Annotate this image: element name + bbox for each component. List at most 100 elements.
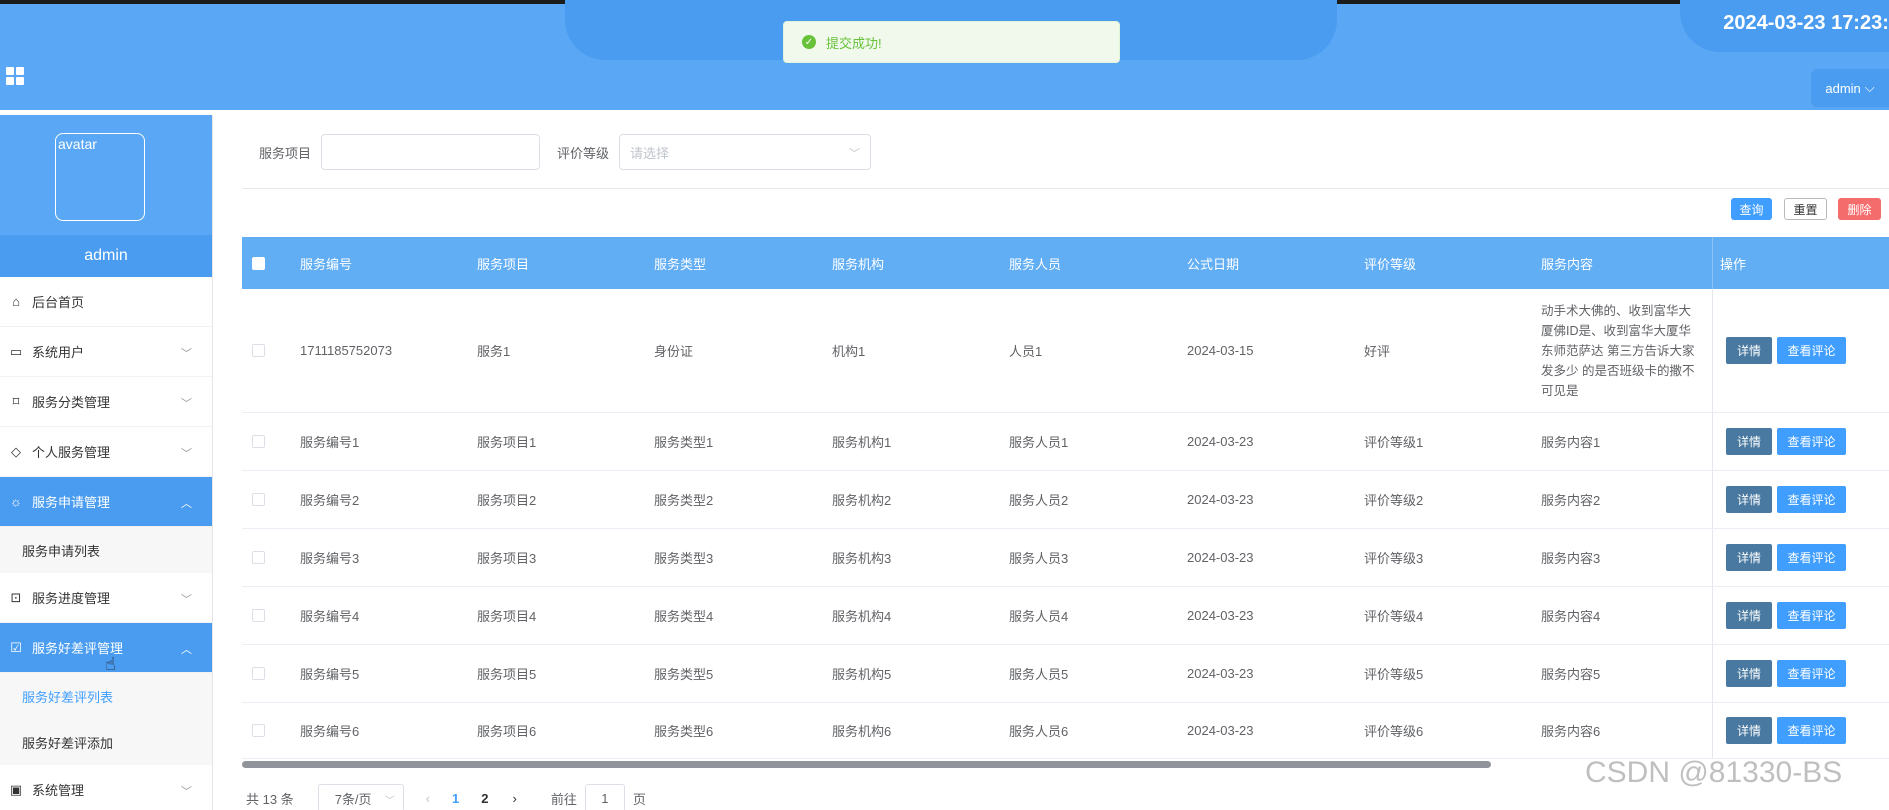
header-cell: 公式日期 <box>1187 256 1240 272</box>
column-divider <box>1712 237 1713 289</box>
sidebar-item-service-progress[interactable]: ⊡ 服务进度管理 ﹀ <box>0 573 212 623</box>
pagination: 共 13 条 7条/页 ﹀ ‹ 1 2 › 前往 1 页 <box>246 784 646 810</box>
cell-rating: 评价等级5 <box>1364 667 1424 682</box>
cell-service-item: 服务项目2 <box>477 493 537 508</box>
avatar: avatar <box>55 133 145 221</box>
cell-service-org: 服务机构2 <box>832 493 892 508</box>
page-size-select[interactable]: 7条/页 ﹀ <box>317 784 404 810</box>
view-review-button[interactable]: 查看评论 <box>1777 602 1846 629</box>
row-checkbox[interactable] <box>252 471 265 528</box>
rating-select[interactable]: 请选择 ﹀ <box>619 134 872 170</box>
checkbox[interactable] <box>252 344 265 357</box>
tag-icon: ◇ <box>11 443 21 459</box>
cell-content: 服务内容3 <box>1541 551 1601 566</box>
sidebar-item-label: 个人服务管理 <box>32 445 111 460</box>
row-checkbox[interactable] <box>252 587 265 644</box>
sidebar-item-personal-service[interactable]: ◇ 个人服务管理 ﹀ <box>0 427 212 477</box>
sidebar-sub-apply-list[interactable]: 服务申请列表 <box>0 527 212 573</box>
cell-service-staff: 服务人员3 <box>1009 551 1069 566</box>
detail-button[interactable]: 详情 <box>1726 544 1772 571</box>
cell-date: 2024-03-23 <box>1187 434 1254 449</box>
rating-label: 评价等级 <box>557 145 610 161</box>
user-dropdown[interactable]: admin ⌵ <box>1811 69 1889 107</box>
cell-service-org: 服务机构3 <box>832 551 892 566</box>
bookmark-icon: ⌑ <box>12 393 20 409</box>
sidebar-item-service-apply[interactable]: ☼ 服务申请管理 ︿ <box>0 477 212 527</box>
cell-service-staff: 服务人员4 <box>1009 609 1069 624</box>
checkbox[interactable] <box>252 435 265 448</box>
chevron-down-icon: ﹀ <box>181 786 192 798</box>
page-number[interactable]: 2 <box>481 791 488 806</box>
search-button[interactable]: 查询 <box>1731 198 1772 220</box>
view-review-button[interactable]: 查看评论 <box>1777 486 1846 513</box>
header-cell: 服务人员 <box>1009 256 1062 272</box>
detail-button[interactable]: 详情 <box>1726 428 1772 455</box>
chevron-down-icon: ﹀ <box>181 448 192 460</box>
cell-rating: 评价等级6 <box>1364 724 1424 739</box>
cell-service-type: 服务类型5 <box>654 667 714 682</box>
view-review-button[interactable]: 查看评论 <box>1777 660 1846 687</box>
checkbox[interactable] <box>252 493 265 506</box>
view-review-button[interactable]: 查看评论 <box>1777 337 1846 364</box>
row-checkbox[interactable] <box>252 645 265 702</box>
service-item-input[interactable] <box>321 134 541 170</box>
sidebar-sub-review-list[interactable]: 服务好差评列表 <box>0 673 212 719</box>
sidebar-item-system-manage[interactable]: ▣ 系统管理 ﹀ <box>0 765 212 810</box>
cell-service-item: 服务1 <box>477 344 511 359</box>
menu-grid-icon[interactable] <box>6 67 26 87</box>
row-checkbox[interactable] <box>252 529 265 586</box>
header-cell: 服务编号 <box>300 256 353 272</box>
detail-button[interactable]: 详情 <box>1726 602 1772 629</box>
view-review-button[interactable]: 查看评论 <box>1777 717 1846 744</box>
prev-page-icon[interactable]: ‹ <box>426 791 430 806</box>
page-number[interactable]: 1 <box>452 791 459 806</box>
page-size-value: 7条/页 <box>334 791 372 807</box>
delete-button[interactable]: 删除 <box>1838 198 1881 220</box>
sidebar-sub-review-add[interactable]: 服务好差评添加 <box>0 719 212 765</box>
next-page-icon[interactable]: › <box>513 791 517 806</box>
cell-content: 服务内容1 <box>1541 435 1601 450</box>
detail-button[interactable]: 详情 <box>1726 486 1772 513</box>
sidebar: avatar admin ⌂ 后台首页 ▭ 系统用户 ﹀ ⌑ 服务分类管理 ﹀ … <box>0 115 213 810</box>
review-table: 服务编号 服务项目 服务类型 服务机构 服务人员 公式日期 评价等级 服务内容 … <box>242 237 1889 759</box>
table-row: 1711185752073 服务1 身份证 机构1 人员1 2024-03-15… <box>242 289 1889 413</box>
horizontal-scrollbar[interactable] <box>242 761 1491 768</box>
total-count: 共 13 条 <box>246 791 294 807</box>
sidebar-item-label: 系统用户 <box>32 345 85 360</box>
goto-page-input[interactable]: 1 <box>584 784 625 810</box>
cell-rating: 评价等级3 <box>1364 551 1424 566</box>
row-checkbox[interactable] <box>252 703 265 758</box>
table-row: 服务编号5 服务项目5 服务类型5 服务机构5 服务人员5 2024-03-23… <box>242 645 1889 703</box>
table-row: 服务编号6 服务项目6 服务类型6 服务机构6 服务人员6 2024-03-23… <box>242 703 1889 759</box>
cell-service-org: 服务机构1 <box>832 435 892 450</box>
sidebar-item-system-users[interactable]: ▭ 系统用户 ﹀ <box>0 327 212 377</box>
row-actions: 详情 查看评论 <box>1712 645 1889 702</box>
cell-service-type: 身份证 <box>654 344 694 359</box>
checkbox[interactable] <box>252 667 265 680</box>
sidebar-item-service-category[interactable]: ⌑ 服务分类管理 ﹀ <box>0 377 212 427</box>
checkbox[interactable] <box>252 609 265 622</box>
detail-button[interactable]: 详情 <box>1726 717 1772 744</box>
reset-button[interactable]: 重置 <box>1784 198 1827 220</box>
service-item-label: 服务项目 <box>259 145 312 161</box>
cell-date: 2024-03-23 <box>1187 666 1254 681</box>
cell-date: 2024-03-23 <box>1187 723 1254 738</box>
view-review-button[interactable]: 查看评论 <box>1777 544 1846 571</box>
detail-button[interactable]: 详情 <box>1726 337 1772 364</box>
detail-button[interactable]: 详情 <box>1726 660 1772 687</box>
cell-service-staff: 服务人员1 <box>1009 435 1069 450</box>
row-checkbox[interactable] <box>252 289 265 412</box>
checkbox[interactable] <box>252 551 265 564</box>
row-checkbox[interactable] <box>252 413 265 470</box>
view-review-button[interactable]: 查看评论 <box>1777 428 1846 455</box>
select-all-checkbox[interactable] <box>252 237 265 289</box>
cell-date: 2024-03-23 <box>1187 492 1254 507</box>
monitor-icon: ▭ <box>9 343 23 359</box>
sidebar-item-home[interactable]: ⌂ 后台首页 <box>0 277 212 327</box>
cell-service-item: 服务项目6 <box>477 724 537 739</box>
cell-service-type: 服务类型2 <box>654 493 714 508</box>
cell-rating: 评价等级4 <box>1364 609 1424 624</box>
checkbox[interactable] <box>252 724 265 737</box>
checkbox[interactable] <box>252 256 265 270</box>
cell-service-type: 服务类型1 <box>654 435 714 450</box>
